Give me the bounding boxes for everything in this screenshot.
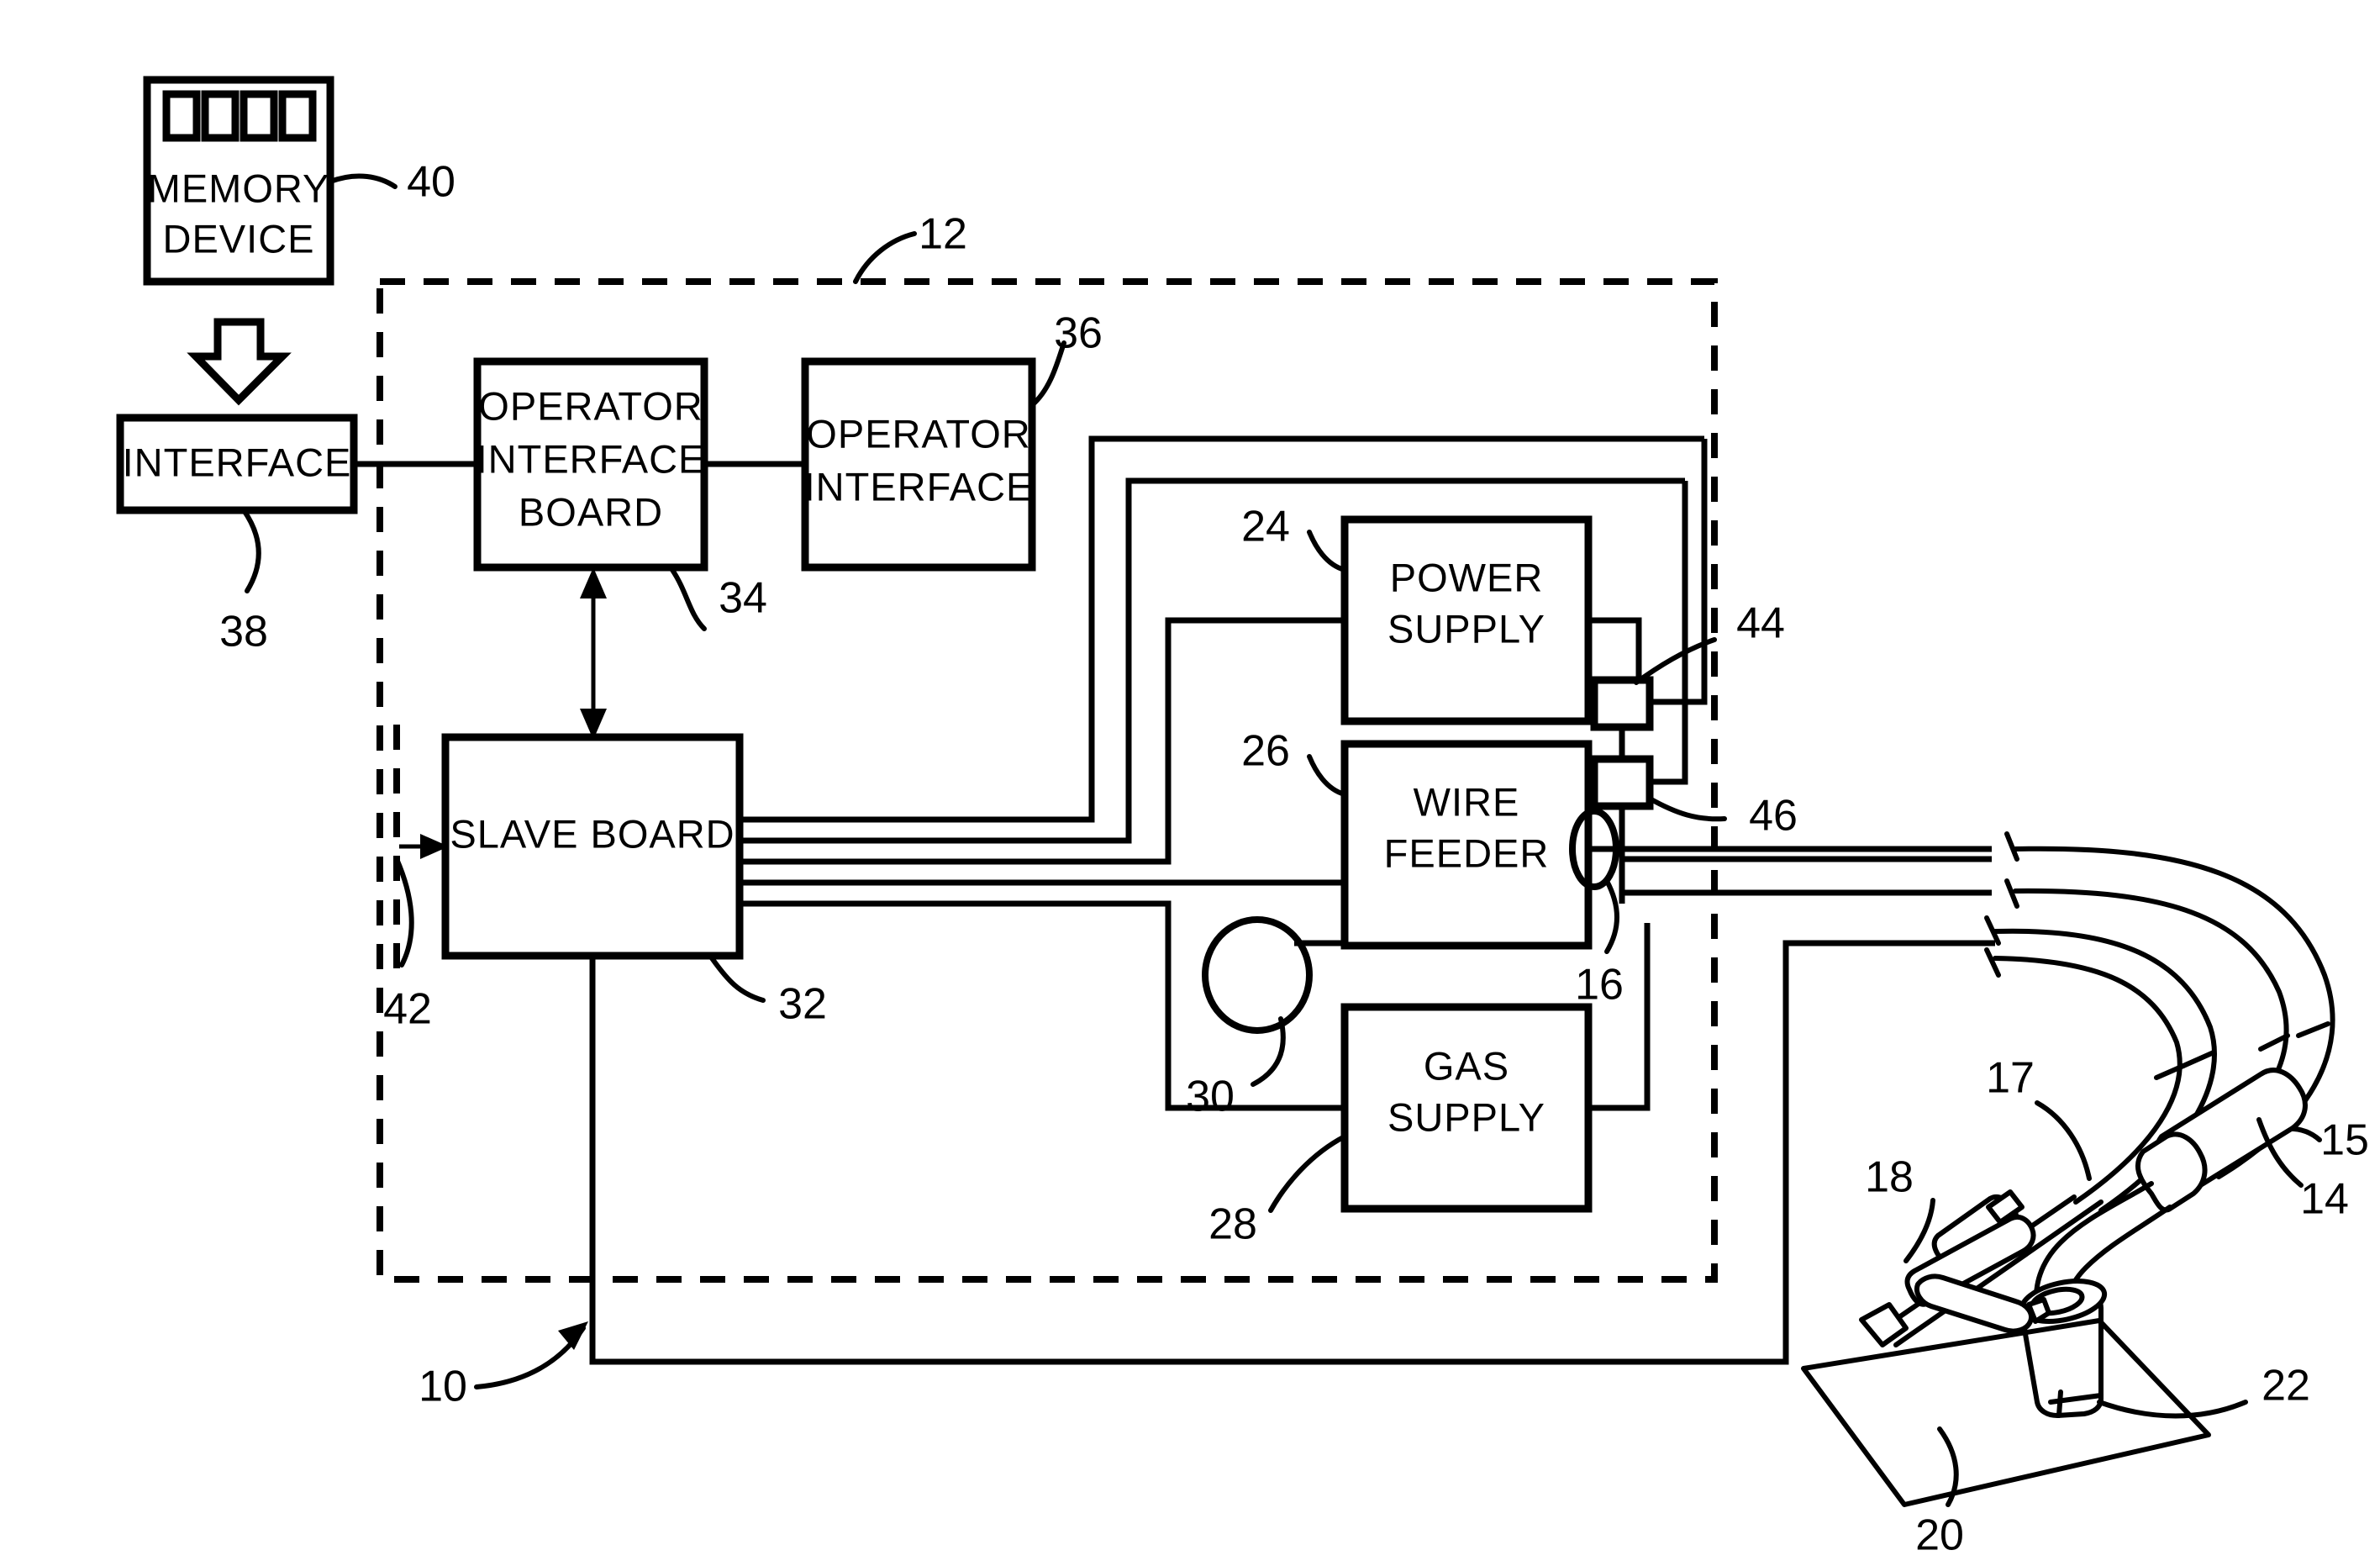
ref-46: 46 [1749, 792, 1798, 841]
ref-36: 36 [1054, 309, 1103, 358]
slave-board-label: SLAVE BOARD [450, 811, 735, 856]
oib-label-3: BOARD [519, 489, 663, 534]
diagram-canvas: MEMORY DEVICE 40 INTERFACE 38 OPERATOR I… [116, 76, 2369, 1560]
work-cable-lead [2035, 1100, 2092, 1181]
interface-block: INTERFACE [116, 414, 358, 593]
operator-interface-block: OPERATOR INTERFACE [801, 340, 1066, 572]
oi-label-1: OPERATOR [806, 411, 1030, 456]
slave-board-block: SLAVE BOARD [441, 733, 766, 1003]
bidirectional-arrow-icon [580, 567, 607, 740]
interface-label: INTERFACE [123, 440, 352, 484]
patent-figure: MEMORY DEVICE 40 INTERFACE 38 OPERATOR I… [0, 0, 2380, 1566]
oib-label-2: INTERFACE [477, 436, 706, 481]
connector-block-icon-upper [1590, 637, 1717, 731]
ref-30: 30 [1186, 1073, 1235, 1121]
ref-10: 10 [419, 1363, 467, 1411]
ref-17: 17 [1986, 1054, 2035, 1103]
ref-14: 14 [2300, 1175, 2349, 1224]
ref-44: 44 [1736, 599, 1785, 648]
ref-42: 42 [383, 985, 432, 1034]
memory-device-label-1: MEMORY [148, 166, 330, 210]
ref-15: 15 [2320, 1116, 2369, 1165]
power-supply-block: POWER SUPPLY [1307, 515, 1593, 725]
gas-supply-label-1: GAS [1424, 1043, 1509, 1088]
memory-device-label-2: DEVICE [163, 216, 315, 261]
power-supply-label-2: SUPPLY [1387, 606, 1545, 651]
ref-16: 16 [1575, 961, 1624, 1010]
oi-label-2: INTERFACE [804, 464, 1034, 509]
connector-block-icon-lower [1590, 755, 1727, 822]
system-ref-arrow [474, 1321, 588, 1389]
memory-device-block: MEMORY DEVICE [143, 76, 398, 286]
ref-32: 32 [778, 980, 827, 1029]
gas-supply-label-2: SUPPLY [1387, 1094, 1545, 1139]
memory-contacts-icon [162, 90, 317, 142]
ref-40: 40 [407, 158, 455, 207]
ref-28: 28 [1208, 1200, 1257, 1249]
ref-38: 38 [219, 608, 268, 656]
wire-feeder-label-2: FEEDER [1384, 830, 1550, 875]
wire-feeder-label-1: WIRE [1414, 779, 1520, 824]
wire-spool-icon [1569, 808, 1619, 954]
ref-18: 18 [1865, 1153, 1914, 1202]
wire-feeder-block: WIRE FEEDER [1307, 740, 1593, 950]
ref-26: 26 [1241, 727, 1290, 776]
control-circuitry-indicator [393, 725, 449, 975]
ref-24: 24 [1241, 503, 1290, 551]
weld-point-lead [2097, 1400, 2248, 1419]
enclosure-lead [853, 231, 917, 284]
gas-cylinder-icon [1202, 916, 1345, 1087]
oib-label-1: OPERATOR [478, 383, 703, 428]
ref-22: 22 [2262, 1362, 2310, 1410]
ref-12: 12 [919, 210, 967, 259]
ref-20: 20 [1915, 1511, 1964, 1560]
power-supply-label-1: POWER [1390, 555, 1544, 599]
ref-34: 34 [719, 574, 767, 623]
download-arrow-icon [187, 318, 292, 406]
